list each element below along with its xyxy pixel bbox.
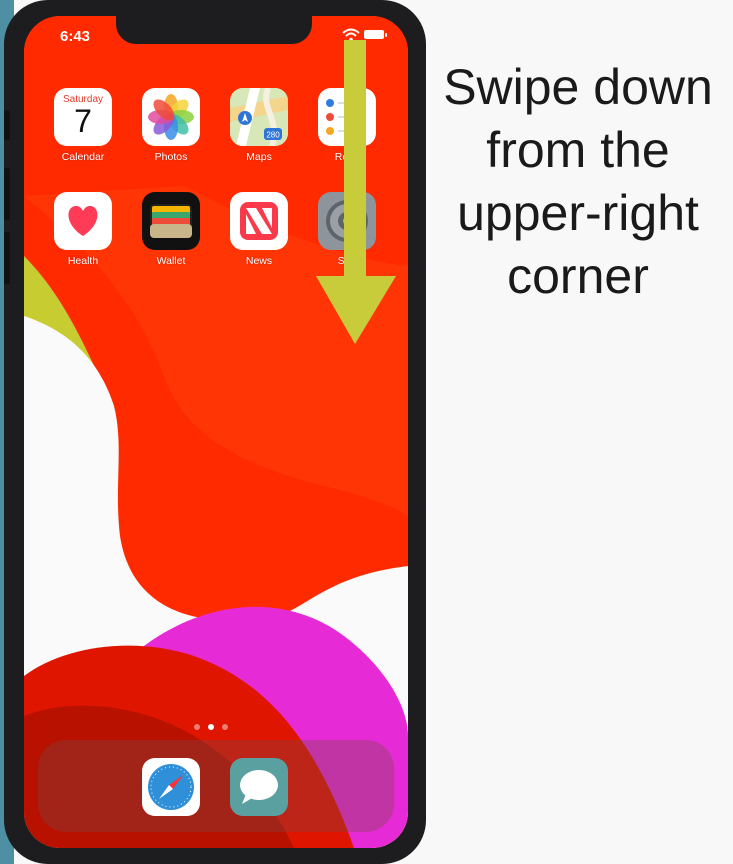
instruction-line: upper-right [457, 185, 699, 241]
route-shield-number: 280 [266, 131, 280, 140]
page-dot-active[interactable] [208, 724, 214, 730]
app-label: Wallet [156, 255, 186, 267]
app-health[interactable]: Health [53, 192, 113, 267]
app-label: Maps [246, 151, 272, 163]
safari-icon[interactable] [142, 758, 200, 816]
swipe-instruction: Swipe down from the upper-right corner [428, 56, 728, 308]
app-maps[interactable]: 280 Maps [229, 88, 289, 163]
calendar-icon: Saturday 7 [54, 88, 112, 146]
app-photos[interactable]: Photos [141, 88, 201, 163]
app-label: Calendar [61, 151, 105, 163]
photos-icon [142, 88, 200, 146]
wallet-icon [142, 192, 200, 250]
instruction-line: Swipe down [443, 59, 713, 115]
app-label: Health [67, 255, 99, 267]
volume-up-button [4, 168, 10, 220]
instruction-line: from the [486, 122, 670, 178]
volume-down-button [4, 232, 10, 284]
dock [38, 740, 394, 832]
maps-icon: 280 [230, 88, 288, 146]
health-icon [54, 192, 112, 250]
app-label: Photos [154, 151, 188, 163]
page-dot[interactable] [194, 724, 200, 730]
calendar-date: 7 [74, 103, 92, 139]
app-label: News [245, 255, 273, 267]
page-indicator[interactable] [194, 724, 228, 730]
swipe-down-arrow [316, 40, 396, 344]
messages-icon[interactable] [230, 758, 288, 816]
mute-switch [4, 110, 10, 140]
app-calendar[interactable]: Saturday 7 Calendar [53, 88, 113, 163]
battery-icon [364, 30, 387, 39]
news-icon [230, 192, 288, 250]
page-dot[interactable] [222, 724, 228, 730]
app-news[interactable]: News [229, 192, 289, 267]
app-wallet[interactable]: Wallet [141, 192, 201, 267]
notch [116, 16, 312, 44]
status-time: 6:43 [60, 28, 91, 45]
instruction-line: corner [507, 248, 649, 304]
